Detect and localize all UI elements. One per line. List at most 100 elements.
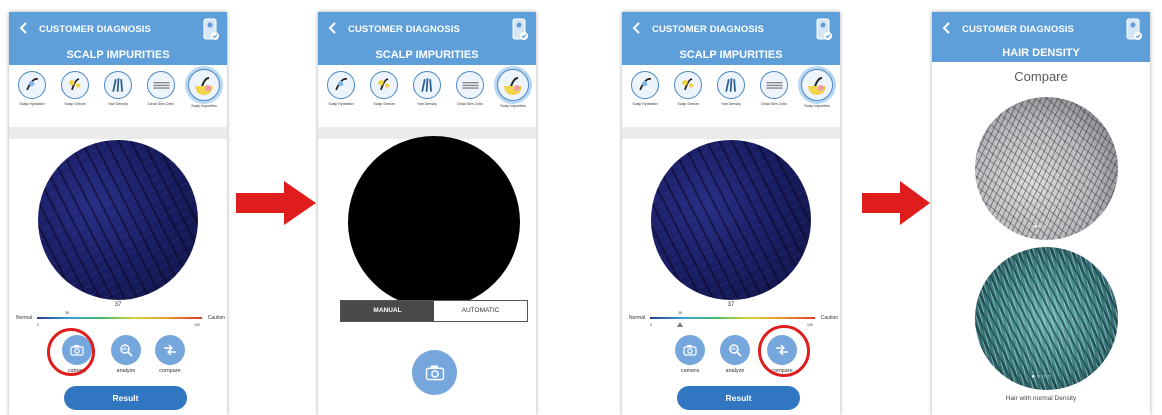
dead-skin-cells-icon — [147, 71, 175, 99]
analyze-icon — [729, 344, 742, 357]
category-hair-density[interactable]: Hair Density — [710, 71, 752, 107]
app-header: CUSTOMER DIAGNOSIS SCALP IMPURITIES — [318, 12, 536, 65]
back-arrow-icon[interactable] — [630, 21, 644, 35]
scalp-impurities-icon — [801, 69, 833, 101]
camera-button[interactable]: camera — [673, 335, 707, 374]
scale-max-label: 100 — [807, 323, 813, 327]
carousel-dots[interactable]: ● ○ ○ — [932, 224, 1150, 230]
dead-skin-cells-icon — [760, 71, 788, 99]
hair-density-icon — [104, 71, 132, 99]
header-title: CUSTOMER DIAGNOSIS — [652, 24, 764, 35]
customer-scalp-image — [975, 97, 1118, 240]
highlight-circle — [47, 328, 95, 376]
flow-arrow-icon — [862, 181, 930, 225]
camera-icon — [683, 345, 697, 356]
automatic-mode-option[interactable]: AUTOMATIC — [434, 301, 527, 321]
dead-skin-cells-icon — [456, 71, 484, 99]
reference-scalp-image — [975, 247, 1118, 390]
diagnosis-category-row: Scalp Hydration Scalp Sebum Hair Density… — [9, 65, 227, 127]
scale-min-label: 0 — [37, 323, 39, 327]
report-icon[interactable] — [512, 18, 528, 42]
carousel-dots[interactable]: ● ○ ○ ○ — [932, 374, 1150, 380]
category-hair-density[interactable]: Hair Density — [406, 71, 448, 107]
scale-caution-label: Caution — [820, 315, 838, 321]
section-title: HAIR DENSITY — [1002, 47, 1080, 59]
analyze-button[interactable]: analyze — [109, 335, 143, 374]
scale-normal-label: Normal — [16, 315, 33, 321]
category-hair-density[interactable]: Hair Density — [97, 71, 139, 107]
header-title: CUSTOMER DIAGNOSIS — [39, 24, 151, 35]
scalp-impurities-icon — [497, 69, 529, 101]
reading-value: 37 — [727, 302, 735, 308]
flow-arrow-icon — [236, 181, 316, 225]
scalp-microscope-image — [38, 140, 198, 300]
scalp-hydration-icon — [327, 71, 355, 99]
scalp-hydration-icon — [18, 71, 46, 99]
back-arrow-icon[interactable] — [326, 21, 340, 35]
hair-density-icon — [413, 71, 441, 99]
capture-button[interactable] — [412, 350, 457, 395]
camera-icon — [425, 365, 444, 381]
scale-marker-value: 35 — [65, 311, 69, 315]
result-button[interactable]: Result — [64, 386, 187, 410]
scale-max-label: 100 — [194, 323, 200, 327]
category-scalp-impurities[interactable]: Scalp Impurities — [183, 69, 225, 109]
report-icon[interactable] — [816, 18, 832, 42]
compare-icon — [164, 344, 176, 356]
divider — [9, 127, 227, 139]
scale-normal-label: Normal — [629, 315, 646, 321]
compare-button[interactable]: compare — [153, 335, 187, 374]
scale-marker-value: 35 — [678, 311, 682, 315]
screen-compare-result: CUSTOMER DIAGNOSIS HAIR DENSITY Compare … — [932, 12, 1150, 415]
scalp-sebum-icon — [370, 71, 398, 99]
back-arrow-icon[interactable] — [940, 21, 954, 35]
category-scalp-impurities[interactable]: Scalp Impurities — [492, 69, 534, 109]
reading-value: 37 — [114, 302, 122, 308]
scale-caution-label: Caution — [207, 315, 225, 321]
scalp-sebum-icon — [674, 71, 702, 99]
section-title: SCALP IMPURITIES — [679, 49, 783, 61]
section-title: SCALP IMPURITIES — [66, 49, 170, 61]
report-icon[interactable] — [203, 18, 219, 42]
scalp-microscope-image — [651, 140, 811, 300]
scale-pointer-icon — [677, 322, 683, 327]
back-arrow-icon[interactable] — [17, 21, 31, 35]
section-title: SCALP IMPURITIES — [375, 49, 479, 61]
category-scalp-impurities[interactable]: Scalp Impurities — [796, 69, 838, 109]
category-scalp-hydration[interactable]: Scalp Hydration — [11, 71, 53, 107]
scale-gradient-bar — [37, 317, 202, 319]
header-title: CUSTOMER DIAGNOSIS — [348, 24, 460, 35]
category-scalp-sebum[interactable]: Scalp Sebum — [667, 71, 709, 107]
category-dead-skin-cells[interactable]: Dead Skin Cells — [753, 71, 795, 107]
category-scalp-sebum[interactable]: Scalp Sebum — [363, 71, 405, 107]
category-scalp-sebum[interactable]: Scalp Sebum — [54, 71, 96, 107]
scalp-sebum-icon — [61, 71, 89, 99]
analyze-button[interactable]: analyze — [718, 335, 752, 374]
category-scalp-hydration[interactable]: Scalp Hydration — [624, 71, 666, 107]
category-dead-skin-cells[interactable]: Dead Skin Cells — [140, 71, 182, 107]
screen-capture-mode: CUSTOMER DIAGNOSIS SCALP IMPURITIES Scal… — [318, 12, 536, 415]
scale-min-label: 0 — [650, 323, 652, 327]
diagnosis-category-row: Scalp Hydration Scalp Sebum Hair Density… — [318, 65, 536, 127]
manual-mode-option[interactable]: MANUAL — [341, 301, 434, 321]
camera-preview — [348, 136, 520, 308]
reference-caption: Hair with normal Density — [1005, 395, 1077, 402]
divider — [622, 127, 840, 139]
header-title: CUSTOMER DIAGNOSIS — [962, 24, 1074, 35]
category-dead-skin-cells[interactable]: Dead Skin Cells — [449, 71, 491, 107]
scalp-impurities-icon — [188, 69, 220, 101]
screen-compare-select: CUSTOMER DIAGNOSIS SCALP IMPURITIES Scal… — [622, 12, 840, 415]
hair-density-icon — [717, 71, 745, 99]
category-scalp-hydration[interactable]: Scalp Hydration — [320, 71, 362, 107]
result-button[interactable]: Result — [677, 386, 800, 410]
highlight-circle — [758, 325, 810, 377]
analyze-icon — [120, 344, 133, 357]
app-header: CUSTOMER DIAGNOSIS SCALP IMPURITIES — [9, 12, 227, 65]
report-icon[interactable] — [1126, 18, 1142, 42]
diagnosis-category-row: Scalp Hydration Scalp Sebum Hair Density… — [622, 65, 840, 127]
scale-gradient-bar — [650, 317, 815, 319]
scalp-hydration-icon — [631, 71, 659, 99]
compare-title: Compare — [1014, 69, 1068, 84]
app-header: CUSTOMER DIAGNOSIS SCALP IMPURITIES — [622, 12, 840, 65]
capture-mode-toggle: MANUAL AUTOMATIC — [340, 300, 528, 322]
